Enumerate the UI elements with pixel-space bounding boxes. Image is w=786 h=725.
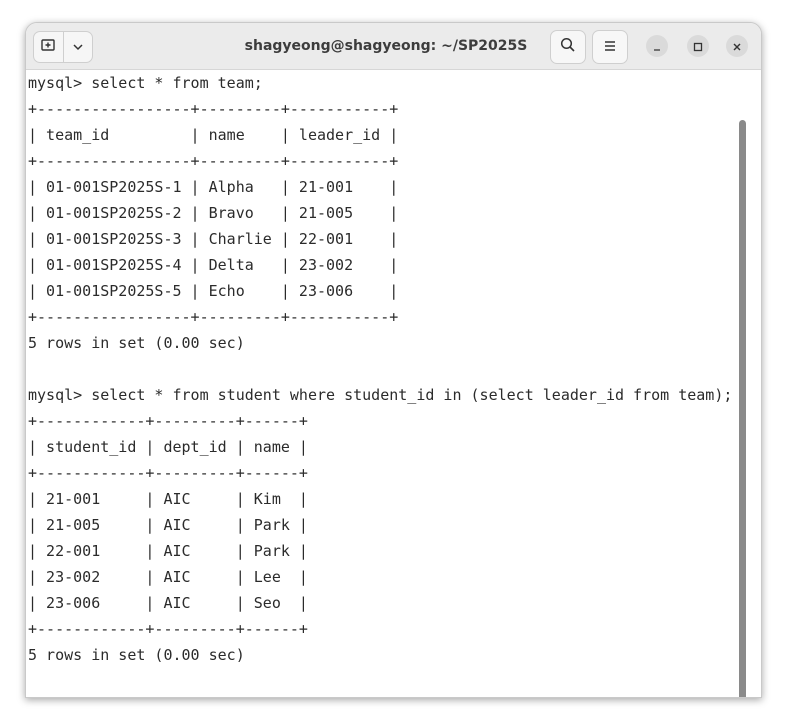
terminal-line: +-----------------+---------+-----------…: [28, 100, 399, 118]
tab-menu-dropdown-button[interactable]: [62, 32, 93, 62]
terminal-output[interactable]: mysql> select * from team; +-------------…: [26, 70, 748, 697]
main-menu-button[interactable]: [592, 30, 628, 64]
terminal-line: mysql> select * from student where stude…: [28, 386, 733, 404]
terminal-line: | 23-002 | AIC | Lee |: [28, 568, 308, 586]
terminal-line: | 01-001SP2025S-2 | Bravo | 21-005 |: [28, 204, 399, 222]
terminal-line: | 01-001SP2025S-5 | Echo | 23-006 |: [28, 282, 399, 300]
chevron-down-icon: [72, 38, 84, 57]
terminal-line: | 21-005 | AIC | Park |: [28, 516, 308, 534]
minimize-button[interactable]: [646, 35, 668, 57]
terminal-line: | team_id | name | leader_id |: [28, 126, 399, 144]
terminal-line: | 21-001 | AIC | Kim |: [28, 490, 308, 508]
terminal-line: +-----------------+---------+-----------…: [28, 152, 399, 170]
new-tab-button[interactable]: [34, 32, 63, 62]
terminal-line: | 23-006 | AIC | Seo |: [28, 594, 308, 612]
terminal-line: mysql> select * from team;: [28, 74, 263, 92]
terminal-line: | 01-001SP2025S-3 | Charlie | 22-001 |: [28, 230, 399, 248]
terminal-line: | 01-001SP2025S-4 | Delta | 23-002 |: [28, 256, 399, 274]
search-button[interactable]: [550, 30, 586, 64]
terminal-line: | student_id | dept_id | name |: [28, 438, 308, 456]
new-tab-split-button: [33, 31, 93, 63]
terminal-window: shagyeong@shagyeong: ~/SP2025S mysql> se…: [25, 22, 762, 698]
terminal-line: +------------+---------+------+: [28, 412, 308, 430]
terminal-text: mysql> select * from team; +-------------…: [28, 70, 732, 668]
minimize-icon: [652, 37, 662, 56]
terminal-line: 5 rows in set (0.00 sec): [28, 646, 245, 664]
new-tab-icon: [40, 37, 56, 57]
close-icon: [732, 37, 742, 56]
close-button[interactable]: [726, 35, 748, 57]
maximize-icon: [693, 37, 703, 56]
terminal-line: +------------+---------+------+: [28, 620, 308, 638]
terminal-line: 5 rows in set (0.00 sec): [28, 334, 245, 352]
search-icon: [560, 37, 576, 57]
hamburger-menu-icon: [603, 38, 617, 57]
window-title: shagyeong@shagyeong: ~/SP2025S: [244, 38, 528, 54]
terminal-line: | 22-001 | AIC | Park |: [28, 542, 308, 560]
terminal-line: +------------+---------+------+: [28, 464, 308, 482]
scrollbar[interactable]: [739, 120, 746, 697]
terminal-line: +-----------------+---------+-----------…: [28, 308, 399, 326]
titlebar: shagyeong@shagyeong: ~/SP2025S: [26, 23, 761, 70]
maximize-button[interactable]: [687, 35, 709, 57]
terminal-line: | 01-001SP2025S-1 | Alpha | 21-001 |: [28, 178, 399, 196]
